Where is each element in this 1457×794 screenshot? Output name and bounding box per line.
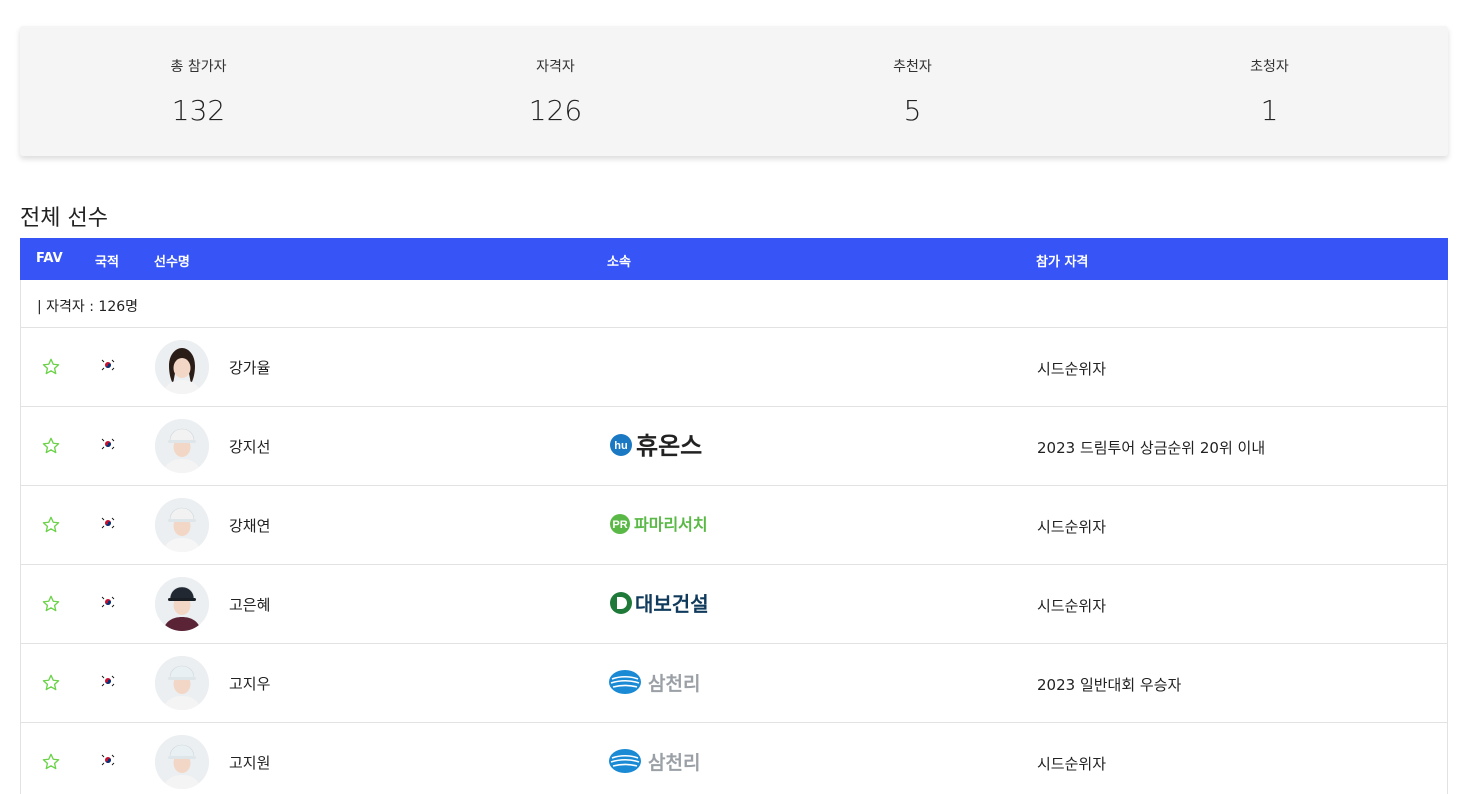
sponsor-logo: hu 휴온스	[608, 427, 738, 463]
stat-invited: 초청자 1	[1091, 26, 1448, 156]
qualification-text: 2023 일반대회 우승자	[1037, 676, 1182, 694]
player-avatar[interactable]	[155, 419, 209, 473]
header-fav: FAV	[36, 251, 63, 266]
sponsor-logo	[608, 348, 738, 384]
stat-label: 자격자	[536, 59, 575, 75]
stat-label: 총 참가자	[170, 59, 227, 75]
header-nation: 국적	[95, 255, 119, 270]
table-row[interactable]: 고지우 삼천리 2023 일반대회 우승자	[20, 644, 1448, 723]
favorite-star-icon[interactable]	[41, 515, 61, 535]
stat-recommended: 추천자 5	[734, 26, 1091, 156]
table-row[interactable]: 강가율 시드순위자	[20, 328, 1448, 407]
svg-text:hu: hu	[614, 440, 627, 452]
stat-value: 132	[171, 94, 226, 127]
stat-label: 추천자	[893, 59, 932, 75]
korea-flag-icon	[100, 357, 116, 372]
svg-text:PR: PR	[612, 519, 627, 531]
qualification-text: 시드순위자	[1037, 597, 1107, 615]
summary-stats: 총 참가자 132 자격자 126 추천자 5 초청자 1	[20, 26, 1448, 156]
table-row[interactable]: 고지원 삼천리 시드순위자	[20, 723, 1448, 794]
header-qualification: 참가 자격	[1036, 255, 1089, 270]
section-title: 전체 선수	[20, 206, 108, 231]
favorite-star-icon[interactable]	[41, 357, 61, 377]
player-name[interactable]: 고지우	[229, 673, 270, 694]
group-label: | 자격자 : 126명	[37, 299, 139, 315]
header-team: 소속	[607, 255, 631, 270]
qualification-text: 시드순위자	[1037, 360, 1107, 378]
stat-total: 총 참가자 132	[20, 26, 377, 156]
table-body: 강가율 시드순위자 강지선 hu 휴온스 2023 드림투어 상금순위 20위 이내 강채연…	[20, 328, 1448, 794]
favorite-star-icon[interactable]	[41, 673, 61, 693]
sponsor-logo: PR 파마리서치	[608, 506, 738, 542]
sponsor-logo: 삼천리	[608, 664, 738, 700]
korea-flag-icon	[100, 515, 116, 530]
player-avatar[interactable]	[155, 340, 209, 394]
stat-value: 1	[1260, 94, 1279, 127]
player-avatar[interactable]	[155, 498, 209, 552]
player-avatar[interactable]	[155, 577, 209, 631]
korea-flag-icon	[100, 752, 116, 767]
stat-label: 초청자	[1250, 59, 1289, 75]
player-name[interactable]: 고은혜	[229, 594, 270, 615]
player-avatar[interactable]	[155, 735, 209, 789]
qualification-text: 2023 드림투어 상금순위 20위 이내	[1037, 439, 1266, 457]
players-table: FAV 국적 선수명 소속 참가 자격 | 자격자 : 126명 강가율시드순위…	[20, 238, 1448, 794]
korea-flag-icon	[100, 594, 116, 609]
korea-flag-icon	[100, 673, 116, 688]
stat-qualified: 자격자 126	[377, 26, 734, 156]
table-row[interactable]: 강채연 PR 파마리서치 시드순위자	[20, 486, 1448, 565]
qualification-text: 시드순위자	[1037, 755, 1107, 773]
sponsor-logo-text: 삼천리	[648, 673, 700, 695]
sponsor-logo-text: 대보건설	[635, 592, 709, 616]
favorite-star-icon[interactable]	[41, 594, 61, 614]
table-header: FAV 국적 선수명 소속 참가 자격	[20, 238, 1448, 280]
qualification-text: 시드순위자	[1037, 518, 1107, 536]
sponsor-logo-text: 파마리서치	[634, 515, 708, 534]
stat-value: 5	[903, 94, 922, 127]
group-label-row: | 자격자 : 126명	[20, 280, 1448, 328]
sponsor-logo: 삼천리	[608, 743, 738, 779]
player-name[interactable]: 강채연	[229, 515, 270, 536]
favorite-star-icon[interactable]	[41, 436, 61, 456]
sponsor-logo-text: 삼천리	[648, 752, 700, 774]
sponsor-logo: 대보건설	[608, 585, 738, 621]
korea-flag-icon	[100, 436, 116, 451]
player-avatar[interactable]	[155, 656, 209, 710]
player-name[interactable]: 강가율	[229, 357, 270, 378]
header-name: 선수명	[154, 255, 190, 270]
table-row[interactable]: 고은혜 대보건설 시드순위자	[20, 565, 1448, 644]
stat-value: 126	[528, 94, 583, 127]
table-row[interactable]: 강지선 hu 휴온스 2023 드림투어 상금순위 20위 이내	[20, 407, 1448, 486]
player-name[interactable]: 강지선	[229, 436, 270, 457]
favorite-star-icon[interactable]	[41, 752, 61, 772]
sponsor-logo-text: 휴온스	[636, 432, 702, 460]
player-name[interactable]: 고지원	[229, 752, 270, 773]
